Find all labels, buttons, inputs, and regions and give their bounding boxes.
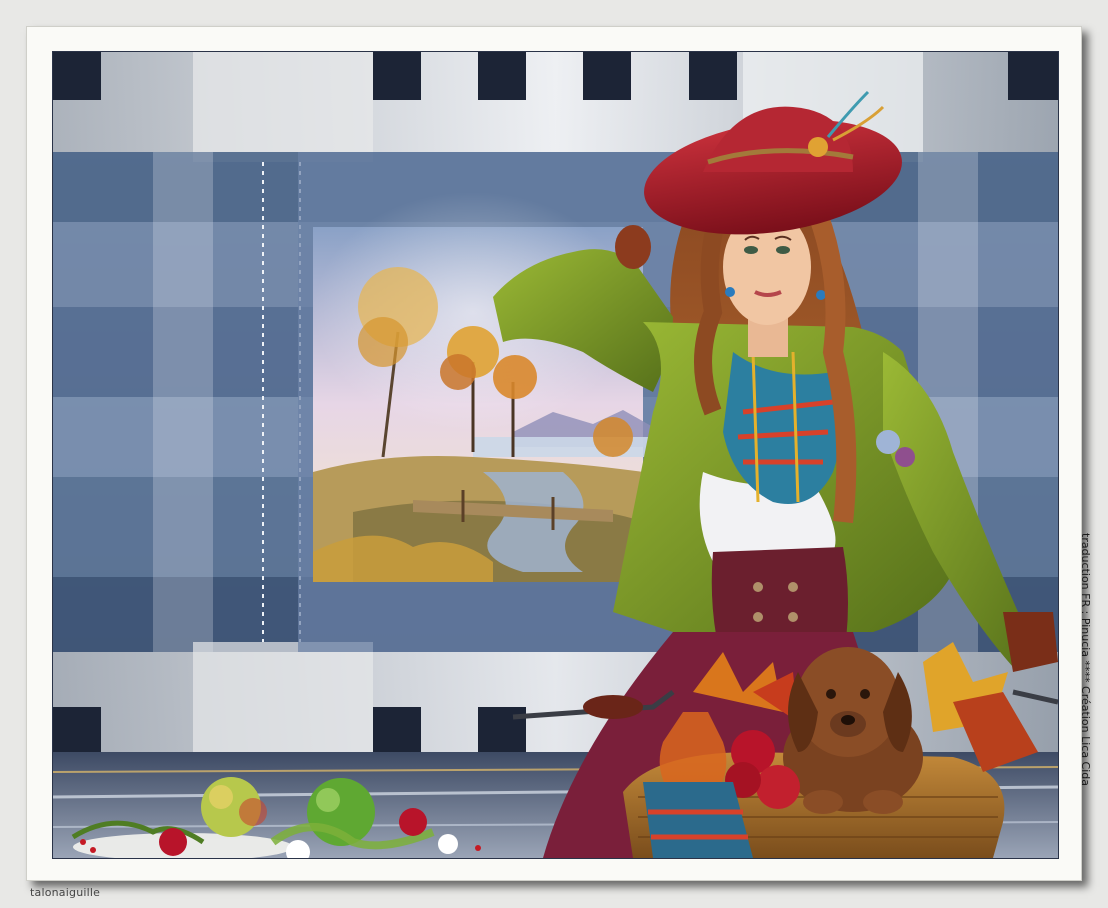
- artwork-canvas: [52, 51, 1059, 859]
- artwork-illustration: [53, 52, 1058, 858]
- artist-signature: talonaiguille: [30, 886, 101, 899]
- credit-text: traduction FR : Pinucia **** Création Li…: [1079, 533, 1092, 787]
